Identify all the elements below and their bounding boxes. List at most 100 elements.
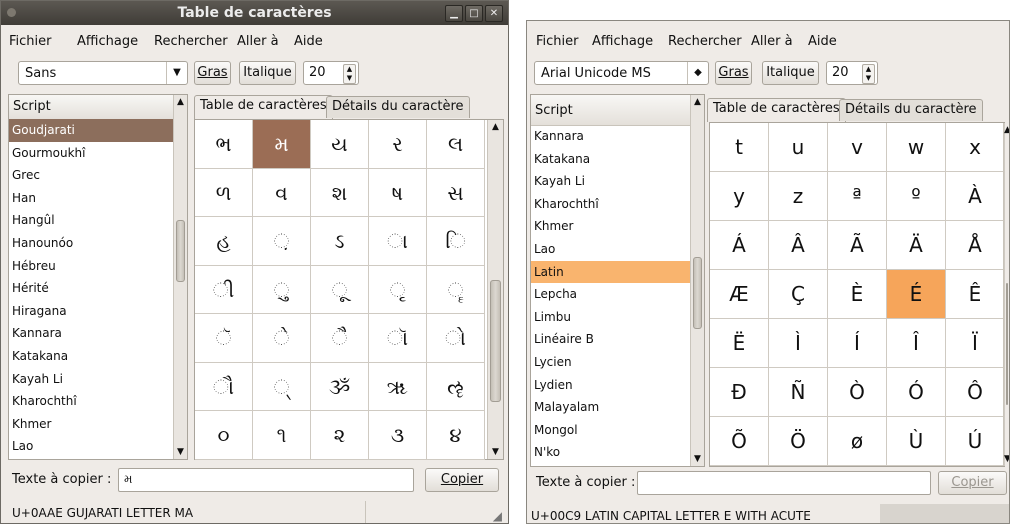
character-cell[interactable]: Ì [769, 319, 828, 368]
bold-toggle[interactable]: Gras [194, 61, 231, 85]
menu-rechercher[interactable]: Rechercher [154, 34, 228, 49]
script-list-item[interactable]: Mongol [531, 419, 690, 442]
script-list-item[interactable]: Hérité [9, 277, 173, 300]
script-list[interactable]: Script Kannara Katakana Kayah Li Kharochthî… [530, 94, 705, 467]
scroll-down-icon[interactable]: ▼ [691, 452, 704, 466]
character-cell[interactable]: Ã [828, 221, 887, 270]
script-list-item[interactable]: Grec [9, 164, 173, 187]
grid-scrollbar[interactable]: ▲▼ [487, 120, 503, 459]
menu-fichier[interactable]: Fichier [536, 34, 579, 49]
character-cell[interactable]: Ñ [769, 368, 828, 417]
menu-aide[interactable]: Aide [808, 34, 837, 49]
character-cell[interactable]: Ó [887, 368, 946, 417]
character-cell[interactable]: Ê [946, 270, 1005, 319]
character-cell[interactable]: x [946, 123, 1005, 172]
character-cell[interactable]: ૪ [427, 411, 485, 460]
character-cell[interactable]: z [769, 172, 828, 221]
script-list-item[interactable]: Han [9, 187, 173, 210]
script-list-item[interactable]: Kayah Li [9, 368, 173, 391]
character-cell[interactable]: ભ [195, 120, 253, 169]
character-cell[interactable]: É [887, 270, 946, 319]
character-cell[interactable]: ૉ [369, 314, 427, 363]
menu-aide[interactable]: Aide [294, 34, 323, 49]
font-select[interactable]: Sans ▼ [18, 61, 188, 85]
script-list-item[interactable]: Linéaire B [531, 328, 690, 351]
character-cell[interactable]: Á [710, 221, 769, 270]
script-list-item[interactable]: Khmer [9, 413, 173, 436]
script-list-item[interactable]: Lydien [531, 374, 690, 397]
character-cell[interactable]: ુ [253, 265, 311, 314]
spin-arrows-icon[interactable]: ▲ ▼ [343, 64, 356, 84]
script-list-item[interactable]: Hébreu [9, 255, 173, 278]
character-cell[interactable]: Ù [887, 417, 946, 466]
script-list-item[interactable]: Kharochthî [531, 193, 690, 216]
character-cell[interactable]: ્ [253, 362, 311, 411]
character-cell[interactable]: Ë [710, 319, 769, 368]
font-size-spinner[interactable]: 20 ▲ ▼ [303, 61, 359, 85]
script-list-item[interactable]: Hanounóo [9, 232, 173, 255]
scroll-up-icon[interactable]: ▲ [174, 95, 187, 109]
scroll-up-icon[interactable]: ▲ [691, 95, 704, 109]
minimize-icon[interactable]: ▁ [445, 5, 463, 22]
character-cell[interactable]: Æ [710, 270, 769, 319]
character-cell[interactable]: Õ [710, 417, 769, 466]
character-cell[interactable]: y [710, 172, 769, 221]
character-cell[interactable]: ૨ [311, 411, 369, 460]
character-cell[interactable]: Å [946, 221, 1005, 270]
spin-arrows-icon[interactable]: ▲ ▼ [862, 64, 875, 84]
character-cell[interactable]: ા [369, 217, 427, 266]
script-list-item[interactable]: Lycien [531, 351, 690, 374]
character-cell[interactable]: ૈ [311, 314, 369, 363]
italic-toggle[interactable]: Italique [239, 61, 296, 85]
character-cell[interactable]: Ò [828, 368, 887, 417]
scroll-thumb[interactable] [490, 280, 501, 402]
script-list-item[interactable]: Hiragana [9, 300, 173, 323]
font-size-spinner[interactable]: 20 ▲ ▼ [826, 61, 878, 85]
character-cell[interactable]: ે [253, 314, 311, 363]
script-list-item[interactable]: Latin [531, 260, 690, 284]
character-cell[interactable]: È [828, 270, 887, 319]
script-list-item[interactable]: Kharochthî [9, 390, 173, 413]
scroll-thumb[interactable] [1006, 283, 1008, 405]
character-cell[interactable]: લ [427, 120, 485, 169]
character-cell[interactable]: ળ [195, 168, 253, 217]
character-cell[interactable]: Ú [946, 417, 1005, 466]
character-cell[interactable]: Ö [769, 417, 828, 466]
maximize-icon[interactable]: □ [465, 5, 483, 22]
script-list-item[interactable]: Kannara [9, 322, 173, 345]
character-cell[interactable]: Í [828, 319, 887, 368]
character-cell[interactable]: t [710, 123, 769, 172]
bold-toggle[interactable]: Gras [715, 61, 752, 85]
character-cell[interactable]: º [887, 172, 946, 221]
menu-aller-a[interactable]: Aller à [751, 34, 793, 49]
font-select[interactable]: Arial Unicode MS ◆ [534, 61, 709, 85]
character-grid[interactable]: tuvwx yzªºÀ ÁÂÃÄÅ ÆÇÈÉÊ ËÌÍÎÏ ÐÑÒÓÔ ÕÖøÙÚ▲▼ [709, 122, 1009, 467]
character-cell[interactable]: ૅ [195, 314, 253, 363]
tab-details-du-caractere[interactable]: Détails du caractère [839, 99, 983, 121]
copy-button[interactable]: Copier [425, 468, 499, 492]
script-list-item[interactable]: Lao [9, 435, 173, 458]
character-cell[interactable]: ઽ [311, 217, 369, 266]
scroll-up-icon[interactable]: ▲ [488, 120, 503, 134]
resize-grip-icon[interactable]: ◢ [493, 509, 502, 523]
character-cell[interactable]: À [946, 172, 1005, 221]
character-cell[interactable]: ષ [369, 168, 427, 217]
script-list-item[interactable]: Hangûl [9, 209, 173, 232]
italic-toggle[interactable]: Italique [762, 61, 819, 85]
character-cell[interactable]: ø [828, 417, 887, 466]
character-cell[interactable]: ૦ [195, 411, 253, 460]
grid-scrollbar[interactable]: ▲▼ [1003, 123, 1009, 466]
tab-table-de-caracteres[interactable]: Table de caractères [707, 98, 846, 122]
scroll-thumb[interactable] [693, 257, 702, 329]
character-cell[interactable]: Ô [946, 368, 1005, 417]
character-cell[interactable]: ૂ [311, 265, 369, 314]
character-cell[interactable]: ª [828, 172, 887, 221]
character-cell[interactable]: ૠ [369, 362, 427, 411]
character-cell[interactable]: w [887, 123, 946, 172]
menu-affichage[interactable]: Affichage [592, 34, 653, 49]
script-list-item[interactable]: Gourmoukhî [9, 142, 173, 165]
character-cell[interactable]: Ð [710, 368, 769, 417]
scroll-thumb[interactable] [176, 220, 185, 282]
character-cell[interactable]: ો [427, 314, 485, 363]
character-cell[interactable]: ૃ [369, 265, 427, 314]
